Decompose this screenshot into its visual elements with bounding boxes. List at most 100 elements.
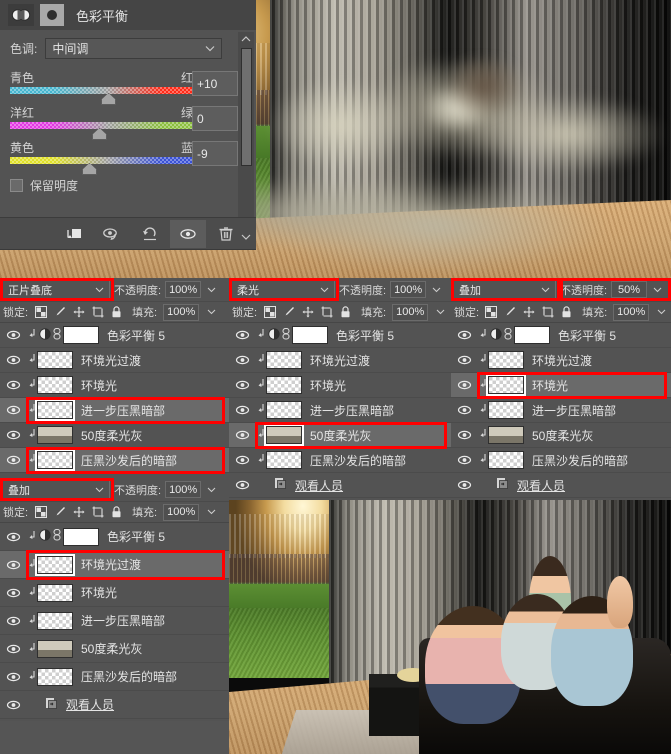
layer-visibility-toggle[interactable] [0, 355, 26, 365]
adjustment-layer-icon[interactable] [39, 529, 51, 544]
slider-yellow-blue-handle[interactable] [82, 163, 97, 175]
fill-stepper-icon[interactable] [434, 309, 447, 315]
layer-row[interactable]: 环境光过渡 [0, 551, 229, 579]
layer-thumbnail[interactable] [37, 611, 73, 630]
smart-object-icon[interactable] [496, 477, 509, 493]
blend-mode-select[interactable]: 正片叠底 [2, 280, 110, 299]
fill-stepper-icon[interactable] [655, 309, 668, 315]
fill-stepper-icon[interactable] [205, 509, 218, 515]
opacity-value[interactable]: 50% [611, 281, 648, 298]
layer-row[interactable]: 进一步压黑暗部 [451, 398, 671, 423]
blend-mode-select[interactable]: 叠加 [453, 280, 556, 299]
layer-thumbnail[interactable] [488, 351, 524, 369]
layer-thumbnail[interactable] [37, 426, 73, 444]
layer-row[interactable]: 观看人员 [451, 473, 671, 498]
delete-adjustment-button[interactable] [208, 220, 244, 248]
layer-visibility-toggle[interactable] [0, 330, 26, 340]
brush-lock-icon[interactable] [282, 306, 295, 319]
layer-thumbnail[interactable] [266, 401, 302, 419]
brush-lock-icon[interactable] [53, 306, 66, 319]
layer-row[interactable]: 色彩平衡 5 [229, 323, 451, 348]
transparency-lock-icon[interactable] [485, 306, 498, 319]
layer-thumbnail[interactable] [488, 426, 524, 444]
transparency-lock-icon[interactable] [263, 306, 276, 319]
layer-thumbnail[interactable] [37, 639, 73, 658]
layer-visibility-toggle[interactable] [0, 430, 26, 440]
layer-row[interactable]: 色彩平衡 5 [0, 323, 229, 348]
layer-visibility-toggle[interactable] [0, 616, 26, 626]
layer-name[interactable]: 50度柔光灰 [81, 640, 142, 657]
mask-link-icon[interactable] [282, 327, 290, 343]
layer-visibility-toggle[interactable] [229, 480, 255, 490]
scrollbar-thumb[interactable] [240, 48, 252, 166]
scroll-up-icon[interactable] [241, 32, 251, 46]
layer-thumbnail[interactable] [37, 667, 73, 686]
toggle-visibility-button[interactable] [170, 219, 206, 248]
layer-thumbnail[interactable] [37, 376, 73, 394]
transparency-lock-icon[interactable] [34, 506, 47, 519]
layer-thumbnail[interactable] [266, 351, 302, 369]
layer-name[interactable]: 进一步压黑暗部 [81, 402, 165, 419]
layer-visibility-toggle[interactable] [451, 430, 477, 440]
layer-name[interactable]: 50度柔光灰 [81, 427, 142, 444]
layer-mask-thumbnail[interactable] [292, 326, 328, 344]
layer-name[interactable]: 色彩平衡 5 [107, 327, 165, 344]
layer-name[interactable]: 50度柔光灰 [532, 427, 593, 444]
layer-visibility-toggle[interactable] [0, 560, 26, 570]
layer-name[interactable]: 环境光过渡 [310, 352, 370, 369]
scroll-down-icon[interactable] [241, 230, 251, 244]
adjustment-panel-scrollbar[interactable] [238, 32, 254, 244]
layer-row[interactable]: 观看人员 [0, 691, 229, 719]
mask-link-icon[interactable] [504, 327, 512, 343]
transparency-lock-icon[interactable] [34, 306, 47, 319]
layer-visibility-toggle[interactable] [0, 380, 26, 390]
brush-lock-icon[interactable] [504, 306, 517, 319]
layer-row[interactable]: 环境光 [0, 373, 229, 398]
layer-row[interactable]: 进一步压黑暗部 [229, 398, 451, 423]
move-lock-icon[interactable] [72, 306, 85, 319]
slider-yellow-blue-track[interactable] [10, 157, 205, 175]
layer-visibility-toggle[interactable] [451, 380, 477, 390]
layer-row[interactable]: 环境光过渡 [451, 348, 671, 373]
layer-row[interactable]: 环境光过渡 [0, 348, 229, 373]
layer-visibility-toggle[interactable] [451, 480, 477, 490]
layer-row[interactable]: 色彩平衡 5 [0, 523, 229, 551]
layer-name[interactable]: 色彩平衡 5 [107, 528, 165, 545]
layer-name[interactable]: 色彩平衡 5 [558, 327, 616, 344]
opacity-stepper-icon[interactable] [205, 487, 218, 493]
layer-name[interactable]: 环境光过渡 [81, 556, 141, 573]
clip-to-layer-button[interactable] [56, 220, 92, 248]
fill-stepper-icon[interactable] [205, 309, 218, 315]
brush-lock-icon[interactable] [53, 506, 66, 519]
layer-visibility-toggle[interactable] [229, 330, 255, 340]
layer-name[interactable]: 进一步压黑暗部 [310, 402, 394, 419]
slider-cyan-red-value[interactable]: +10 [192, 71, 238, 96]
layer-visibility-toggle[interactable] [0, 455, 26, 465]
layer-name[interactable]: 50度柔光灰 [310, 427, 371, 444]
layer-name[interactable]: 色彩平衡 5 [336, 327, 394, 344]
layer-thumbnail[interactable] [35, 553, 75, 576]
layer-row[interactable]: 50度柔光灰 [229, 423, 451, 448]
mask-link-icon[interactable] [53, 327, 61, 343]
move-lock-icon[interactable] [301, 306, 314, 319]
layer-row[interactable]: 50度柔光灰 [0, 423, 229, 448]
layer-thumbnail[interactable] [35, 399, 75, 421]
layer-name[interactable]: 压黑沙发后的暗部 [81, 452, 177, 469]
adjustment-layer-icon[interactable] [268, 327, 280, 343]
layer-row[interactable]: 观看人员 [229, 473, 451, 498]
layer-name[interactable]: 压黑沙发后的暗部 [81, 668, 177, 685]
artboard-lock-icon[interactable] [91, 306, 104, 319]
fill-value[interactable]: 100% [163, 303, 200, 321]
layer-row[interactable]: 压黑沙发后的暗部 [229, 448, 451, 473]
layer-row[interactable]: 压黑沙发后的暗部 [0, 663, 229, 691]
opacity-stepper-icon[interactable] [205, 287, 218, 293]
tone-select[interactable]: 中间调 [45, 38, 222, 59]
slider-magenta-green-track[interactable] [10, 122, 205, 140]
layer-mask-thumbnail[interactable] [63, 326, 99, 344]
fill-value[interactable]: 100% [613, 303, 650, 321]
layer-row[interactable]: 环境光 [0, 579, 229, 607]
layer-thumbnail[interactable] [266, 376, 302, 394]
layer-name[interactable]: 进一步压黑暗部 [532, 402, 616, 419]
opacity-value[interactable]: 100% [390, 281, 427, 298]
layer-thumbnail[interactable] [37, 351, 73, 369]
